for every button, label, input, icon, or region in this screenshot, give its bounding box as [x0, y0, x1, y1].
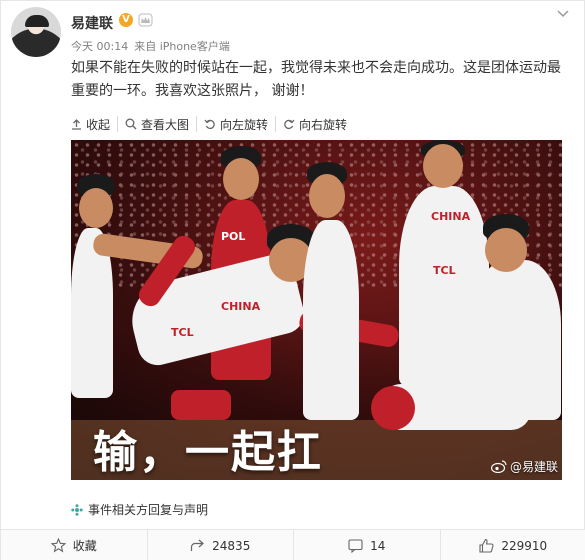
post-time[interactable]: 今天 00:14 [71, 40, 128, 53]
comment-count: 14 [370, 538, 386, 553]
player-head [423, 144, 463, 188]
jersey-text: CHINA [221, 300, 261, 313]
verified-badge-icon: V [119, 13, 133, 27]
view-large-label: 查看大图 [141, 117, 190, 132]
weibo-post-card: 易建联 V 今天 00:14 来自 iPhone客户端 如果不能在失败的时候站在一… [0, 0, 585, 560]
view-large-button[interactable]: 查看大图 [117, 116, 196, 132]
post-meta: 今天 00:14 来自 iPhone客户端 [71, 38, 230, 54]
crown-icon [138, 13, 153, 27]
rotate-left-label: 向左旋转 [220, 117, 269, 132]
avatar[interactable] [11, 7, 61, 57]
player-knee-trim [371, 386, 415, 430]
jersey-text: CHINA [431, 210, 471, 223]
search-icon [125, 118, 137, 130]
jersey-text: POL [221, 230, 246, 243]
collapse-icon [72, 119, 81, 130]
player-head [309, 174, 345, 218]
link-icon [71, 503, 83, 516]
collapse-label: 收起 [86, 117, 111, 132]
repost-count: 24835 [212, 538, 251, 553]
like-button[interactable]: 229910 [439, 530, 585, 560]
rotate-left-button[interactable]: 向左旋转 [196, 116, 275, 132]
thumbs-up-icon [479, 538, 494, 553]
star-icon [50, 538, 66, 553]
collapse-button[interactable]: 收起 [71, 116, 117, 132]
post-photo[interactable]: POL CHINA TCL CHINA TCL 输，一起扛 @易建联 [71, 140, 562, 480]
rotate-right-icon [284, 119, 295, 130]
event-statement-link[interactable]: 事件相关方回复与声明 [71, 501, 208, 518]
photo-caption: 输，一起扛 [93, 427, 323, 478]
weibo-logo-icon [490, 460, 507, 473]
rotate-right-button[interactable]: 向右旋转 [275, 116, 354, 132]
like-count: 229910 [501, 538, 548, 553]
post-source: 来自 iPhone客户端 [134, 40, 230, 53]
repost-button[interactable]: 24835 [146, 530, 294, 560]
rotate-left-icon [204, 119, 215, 130]
rotate-right-label: 向右旋转 [299, 117, 348, 132]
jersey-text: TCL [433, 264, 456, 277]
comment-icon [348, 538, 363, 553]
player-head [79, 188, 113, 228]
chevron-down-icon[interactable] [556, 9, 570, 19]
favorite-button[interactable]: 收藏 [1, 530, 147, 560]
watermark-text: @易建联 [509, 460, 558, 474]
image-toolbar: 收起 查看大图 向左旋转 向右旋转 [71, 113, 561, 135]
repost-icon [191, 539, 205, 551]
comment-button[interactable]: 14 [293, 530, 440, 560]
username[interactable]: 易建联 [71, 13, 113, 33]
player-figure [303, 220, 359, 420]
event-link-label: 事件相关方回复与声明 [88, 503, 209, 517]
post-text: 如果不能在失败的时候站在一起，我觉得未来也不会走向成功。这是团体运动最重要的一环… [71, 60, 561, 99]
favorite-label: 收藏 [72, 539, 97, 553]
player-head [223, 158, 259, 200]
post-actions-bar: 收藏 24835 14 229910 [1, 529, 585, 560]
player-head [485, 228, 527, 272]
jersey-text: TCL [171, 326, 194, 339]
photo-watermark: @易建联 [490, 458, 558, 475]
